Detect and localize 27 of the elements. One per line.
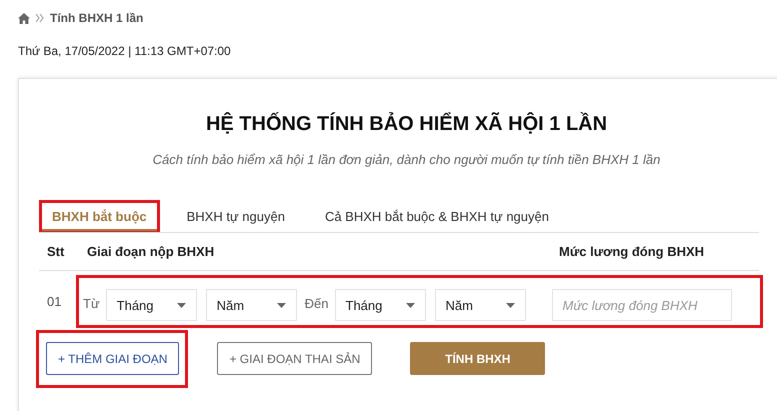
add-period-button[interactable]: + THÊM GIAI ĐOẠN — [46, 342, 180, 375]
tab[interactable]: BHXH tự nguyện — [176, 203, 295, 231]
year-dropdown[interactable]: Năm — [434, 289, 526, 321]
to-label: Đến — [304, 296, 329, 311]
date-time: Thứ Ba, 17/05/2022 | 11:13 GMT+07:00 — [18, 44, 232, 58]
tab[interactable]: BHXH bắt buộc — [42, 203, 157, 231]
from-label: Từ — [83, 296, 100, 311]
column-header: Stt — [47, 244, 66, 259]
column-header: Giai đoạn nộp BHXH — [87, 244, 216, 259]
year-dropdown[interactable]: Năm — [206, 289, 297, 321]
caret-icon — [276, 302, 286, 308]
salary-input[interactable]: Mức lương đóng BHXH — [552, 289, 732, 321]
column-header: Mức lương đóng BHXH — [559, 244, 704, 259]
row-number: 01 — [46, 294, 62, 309]
tab[interactable]: Cả BHXH bắt buộc & BHXH tự nguyện — [314, 203, 559, 231]
subtitle: Cách tính bảo hiểm xã hội 1 lần đơn giản, dành cho người muốn tự tính tiền BHXH 1 lần — [152, 152, 662, 167]
calculate-button[interactable]: TÍNH BHXH — [410, 342, 546, 375]
chevron-icon — [36, 14, 44, 22]
caret-icon — [506, 302, 515, 308]
caret-icon — [406, 302, 415, 308]
month-dropdown[interactable]: Tháng — [334, 289, 426, 321]
add-period-button[interactable]: + GIAI ĐOẠN THAI SẢN — [217, 342, 372, 375]
page-title: HỆ THỐNG TÍNH BẢO HIỂM XÃ HỘI 1 LẦN — [204, 113, 608, 136]
month-dropdown[interactable]: Tháng — [106, 289, 197, 321]
breadcrumb-current: Tính BHXH 1 lần — [50, 11, 144, 25]
home-icon[interactable] — [18, 12, 30, 24]
caret-icon — [176, 302, 186, 308]
